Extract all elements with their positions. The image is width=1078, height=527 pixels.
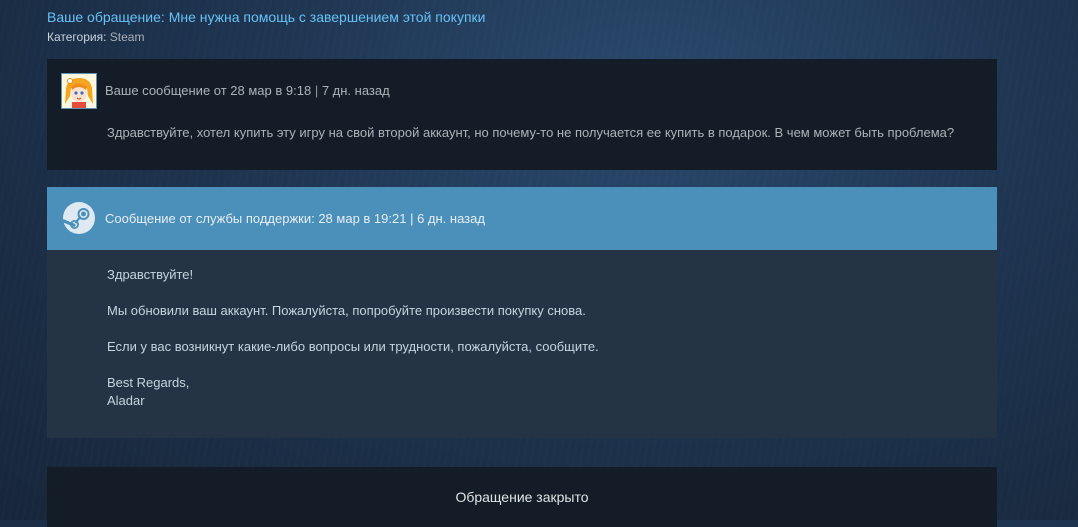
support-message-date: Сообщение от службы поддержки: 28 мар в … bbox=[105, 211, 407, 226]
support-line-regards: Best Regards, bbox=[107, 375, 190, 390]
ticket-title: Ваше обращение: Мне нужна помощь с завер… bbox=[47, 9, 485, 25]
ticket-closed-status: Обращение закрыто bbox=[455, 489, 589, 505]
user-message-age: 7 дн. назад bbox=[321, 83, 390, 98]
support-message-age: 6 дн. назад bbox=[417, 211, 485, 226]
ticket-title-value: Мне нужна помощь с завершением этой поку… bbox=[168, 9, 486, 25]
category-label: Категория: bbox=[47, 30, 107, 44]
ticket-status-panel: Обращение закрыто bbox=[47, 467, 997, 527]
header-separator: | bbox=[311, 83, 322, 98]
steam-logo-icon bbox=[63, 202, 95, 234]
support-message-header-bar: Сообщение от службы поддержки: 28 мар в … bbox=[47, 187, 997, 250]
user-message-date: Ваше сообщение от 28 мар в 9:18 bbox=[105, 83, 312, 98]
support-message-body: Здравствуйте! Мы обновили ваш аккаунт. П… bbox=[47, 250, 997, 438]
user-message-header: Ваше сообщение от 28 мар в 9:18 | 7 дн. … bbox=[105, 83, 390, 98]
category-value: Steam bbox=[109, 30, 145, 44]
support-message-header: Сообщение от службы поддержки: 28 мар в … bbox=[105, 211, 485, 226]
user-message-body: Здравствуйте, хотел купить эту игру на с… bbox=[107, 125, 955, 140]
support-line-signature: Aladar bbox=[107, 393, 145, 408]
user-message-panel: Ваше сообщение от 28 мар в 9:18 | 7 дн. … bbox=[47, 59, 997, 170]
header-separator: | bbox=[406, 211, 418, 226]
support-line-greeting: Здравствуйте! bbox=[107, 267, 194, 282]
support-line-questions: Если у вас возникнут какие-либо вопросы … bbox=[107, 339, 599, 354]
user-avatar-icon[interactable] bbox=[61, 73, 97, 109]
ticket-category: Категория: Steam bbox=[47, 30, 144, 44]
support-line-update: Мы обновили ваш аккаунт. Пожалуйста, поп… bbox=[107, 303, 586, 318]
ticket-title-prefix: Ваше обращение: bbox=[47, 9, 169, 25]
